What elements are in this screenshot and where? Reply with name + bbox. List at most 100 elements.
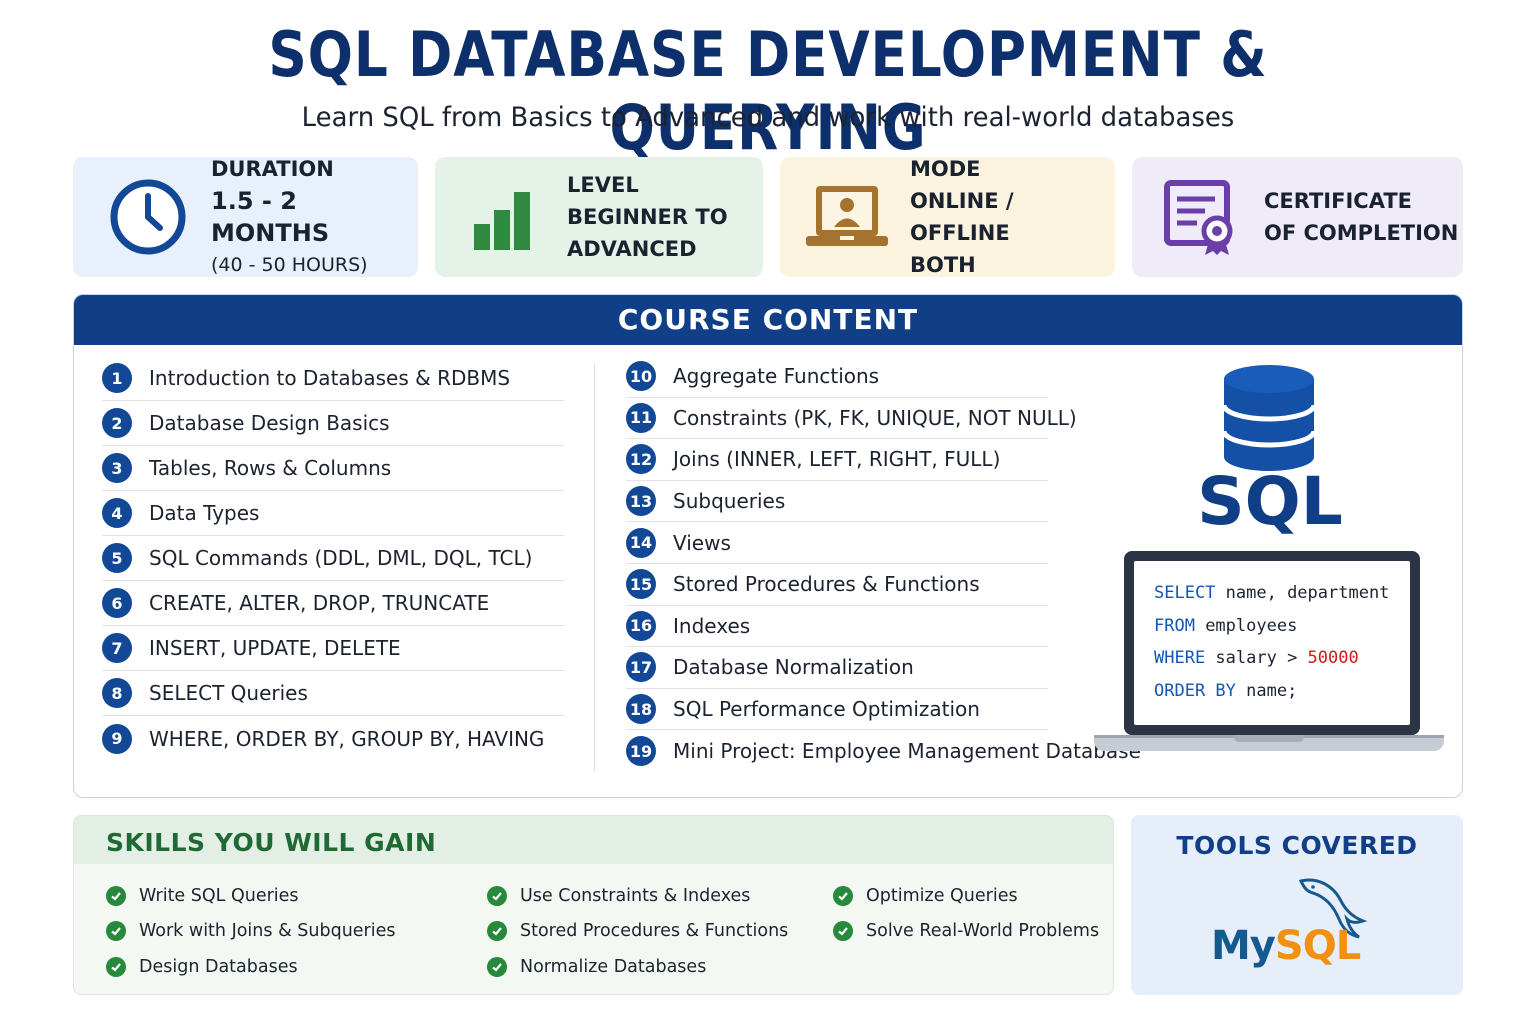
item-label: Aggregate Functions <box>673 364 880 389</box>
list-item: 11 Constraints (PK, FK, UNIQUE, NOT NULL) <box>626 398 1077 440</box>
duration-value: 1.5 - 2 MONTHS <box>211 187 330 247</box>
item-label: Views <box>673 530 731 555</box>
skill-label: Work with Joins & Subqueries <box>139 921 396 942</box>
list-item: 16 Indexes <box>626 606 1048 648</box>
item-label: Introduction to Databases & RDBMS <box>149 366 511 390</box>
skills-column-3: Optimize Queries Solve Real-World Proble… <box>833 878 1099 949</box>
item-label: Database Design Basics <box>149 411 390 435</box>
code-keyword: ORDER BY <box>1154 680 1236 701</box>
level-label: LEVEL <box>567 173 639 197</box>
skill-item: Normalize Databases <box>487 949 788 985</box>
code-text: name, department <box>1215 583 1390 603</box>
item-label: Data Types <box>149 501 260 525</box>
item-number: 1 <box>102 363 132 393</box>
item-number: 13 <box>626 486 656 517</box>
skill-item: Optimize Queries <box>833 878 1099 914</box>
item-number: 11 <box>626 402 656 433</box>
course-content-panel: COURSE CONTENT 1 Introduction to Database… <box>73 294 1463 798</box>
skill-label: Optimize Queries <box>866 885 1018 906</box>
certificate-line1: CERTIFICATE <box>1264 189 1412 213</box>
skill-item: Design Databases <box>106 949 396 985</box>
sql-code-snippet: SELECT name, department FROM employees W… <box>1134 561 1410 725</box>
course-list-right: 10 Aggregate Functions 11 Constraints (PK,… <box>626 356 1141 772</box>
list-item: 15 Stored Procedures & Functions <box>626 564 1048 606</box>
code-keyword: SELECT <box>1154 583 1216 603</box>
item-label: Mini Project: Employee Management Databa… <box>673 739 1141 764</box>
column-divider <box>594 363 595 771</box>
list-item: 18 SQL Performance Optimization <box>626 689 1048 731</box>
list-item: 6 CREATE, ALTER, DROP, TRUNCATE <box>102 581 564 626</box>
code-keyword: FROM <box>1154 615 1195 636</box>
tools-heading: TOOLS COVERED <box>1176 831 1418 860</box>
duration-label: DURATION <box>211 157 334 181</box>
list-item: 8 SELECT Queries <box>102 671 564 716</box>
item-label: CREATE, ALTER, DROP, TRUNCATE <box>149 591 490 615</box>
skill-label: Stored Procedures & Functions <box>520 921 789 942</box>
level-line1: BEGINNER TO <box>567 205 728 229</box>
list-item: 5 SQL Commands (DDL, DML, DQL, TCL) <box>102 536 564 581</box>
skill-label: Use Constraints & Indexes <box>520 885 751 906</box>
skill-label: Design Databases <box>139 956 298 977</box>
item-number: 19 <box>626 736 656 767</box>
item-number: 9 <box>102 723 132 754</box>
list-item: 7 INSERT, UPDATE, DELETE <box>102 626 564 671</box>
code-number: 50000 <box>1307 648 1359 668</box>
item-number: 18 <box>626 694 656 725</box>
laptop-screen: SELECT name, department FROM employees W… <box>1124 551 1420 735</box>
sql-logo-text: SQL <box>1197 463 1343 540</box>
skills-column-1: Write SQL Queries Work with Joins & Subq… <box>106 878 396 985</box>
check-icon <box>106 921 126 942</box>
check-icon <box>487 921 507 942</box>
course-list-left: 1 Introduction to Databases & RDBMS 2 Data… <box>102 356 564 761</box>
mode-card: MODE ONLINE / OFFLINE BOTH <box>780 157 1115 277</box>
list-item: 1 Introduction to Databases & RDBMS <box>102 356 564 401</box>
list-item: 19 Mini Project: Employee Management Data… <box>626 730 1141 772</box>
item-number: 6 <box>102 588 132 618</box>
item-number: 16 <box>626 610 656 641</box>
item-number: 10 <box>626 361 656 392</box>
item-label: SELECT Queries <box>149 681 308 705</box>
item-label: SQL Performance Optimization <box>673 697 980 722</box>
list-item: 13 Subqueries <box>626 481 1048 523</box>
mysql-logo-my: My <box>1211 923 1276 969</box>
list-item: 12 Joins (INNER, LEFT, RIGHT, FULL) <box>626 439 1048 481</box>
skills-column-2: Use Constraints & Indexes Stored Procedu… <box>487 878 788 985</box>
skill-item: Stored Procedures & Functions <box>487 914 788 950</box>
certificate-line2: OF COMPLETION <box>1264 221 1459 245</box>
mysql-logo: MySQL <box>1211 923 1361 969</box>
mysql-logo-sql: SQL <box>1274 923 1361 969</box>
course-content-heading: COURSE CONTENT <box>74 295 1462 345</box>
list-item: 4 Data Types <box>102 491 564 536</box>
level-line2: ADVANCED <box>567 237 697 261</box>
laptop-user-icon <box>802 172 892 262</box>
code-text: salary > <box>1205 648 1308 668</box>
list-item: 14 Views <box>626 522 1048 564</box>
skill-label: Normalize Databases <box>520 956 707 977</box>
item-number: 15 <box>626 569 656 600</box>
skill-label: Write SQL Queries <box>139 885 299 906</box>
mode-line2: BOTH <box>910 253 976 277</box>
code-text: employees <box>1194 615 1298 636</box>
list-item: 2 Database Design Basics <box>102 401 564 446</box>
check-icon <box>487 885 507 906</box>
duration-card: DURATION 1.5 - 2 MONTHS (40 - 50 HOURS) <box>73 157 418 277</box>
mode-line1: ONLINE / OFFLINE <box>910 189 1014 245</box>
skill-item: Solve Real-World Problems <box>833 914 1099 950</box>
code-keyword: WHERE <box>1154 648 1206 668</box>
mode-label: MODE <box>910 157 981 181</box>
check-icon <box>487 956 507 977</box>
item-label: Tables, Rows & Columns <box>149 456 392 480</box>
code-text: name; <box>1235 680 1298 701</box>
level-card: LEVEL BEGINNER TO ADVANCED <box>435 157 763 277</box>
skill-item: Write SQL Queries <box>106 878 396 914</box>
item-number: 7 <box>102 633 132 663</box>
laptop-base <box>1094 735 1444 751</box>
item-label: Stored Procedures & Functions <box>673 572 980 597</box>
item-number: 8 <box>102 678 132 708</box>
list-item: 9 WHERE, ORDER BY, GROUP BY, HAVING <box>102 716 564 761</box>
page-subtitle: Learn SQL from Basics to Advanced and wo… <box>301 102 1235 133</box>
skill-label: Solve Real-World Problems <box>866 921 1100 942</box>
item-number: 2 <box>102 408 132 438</box>
clock-icon <box>103 172 193 262</box>
check-icon <box>106 956 126 977</box>
